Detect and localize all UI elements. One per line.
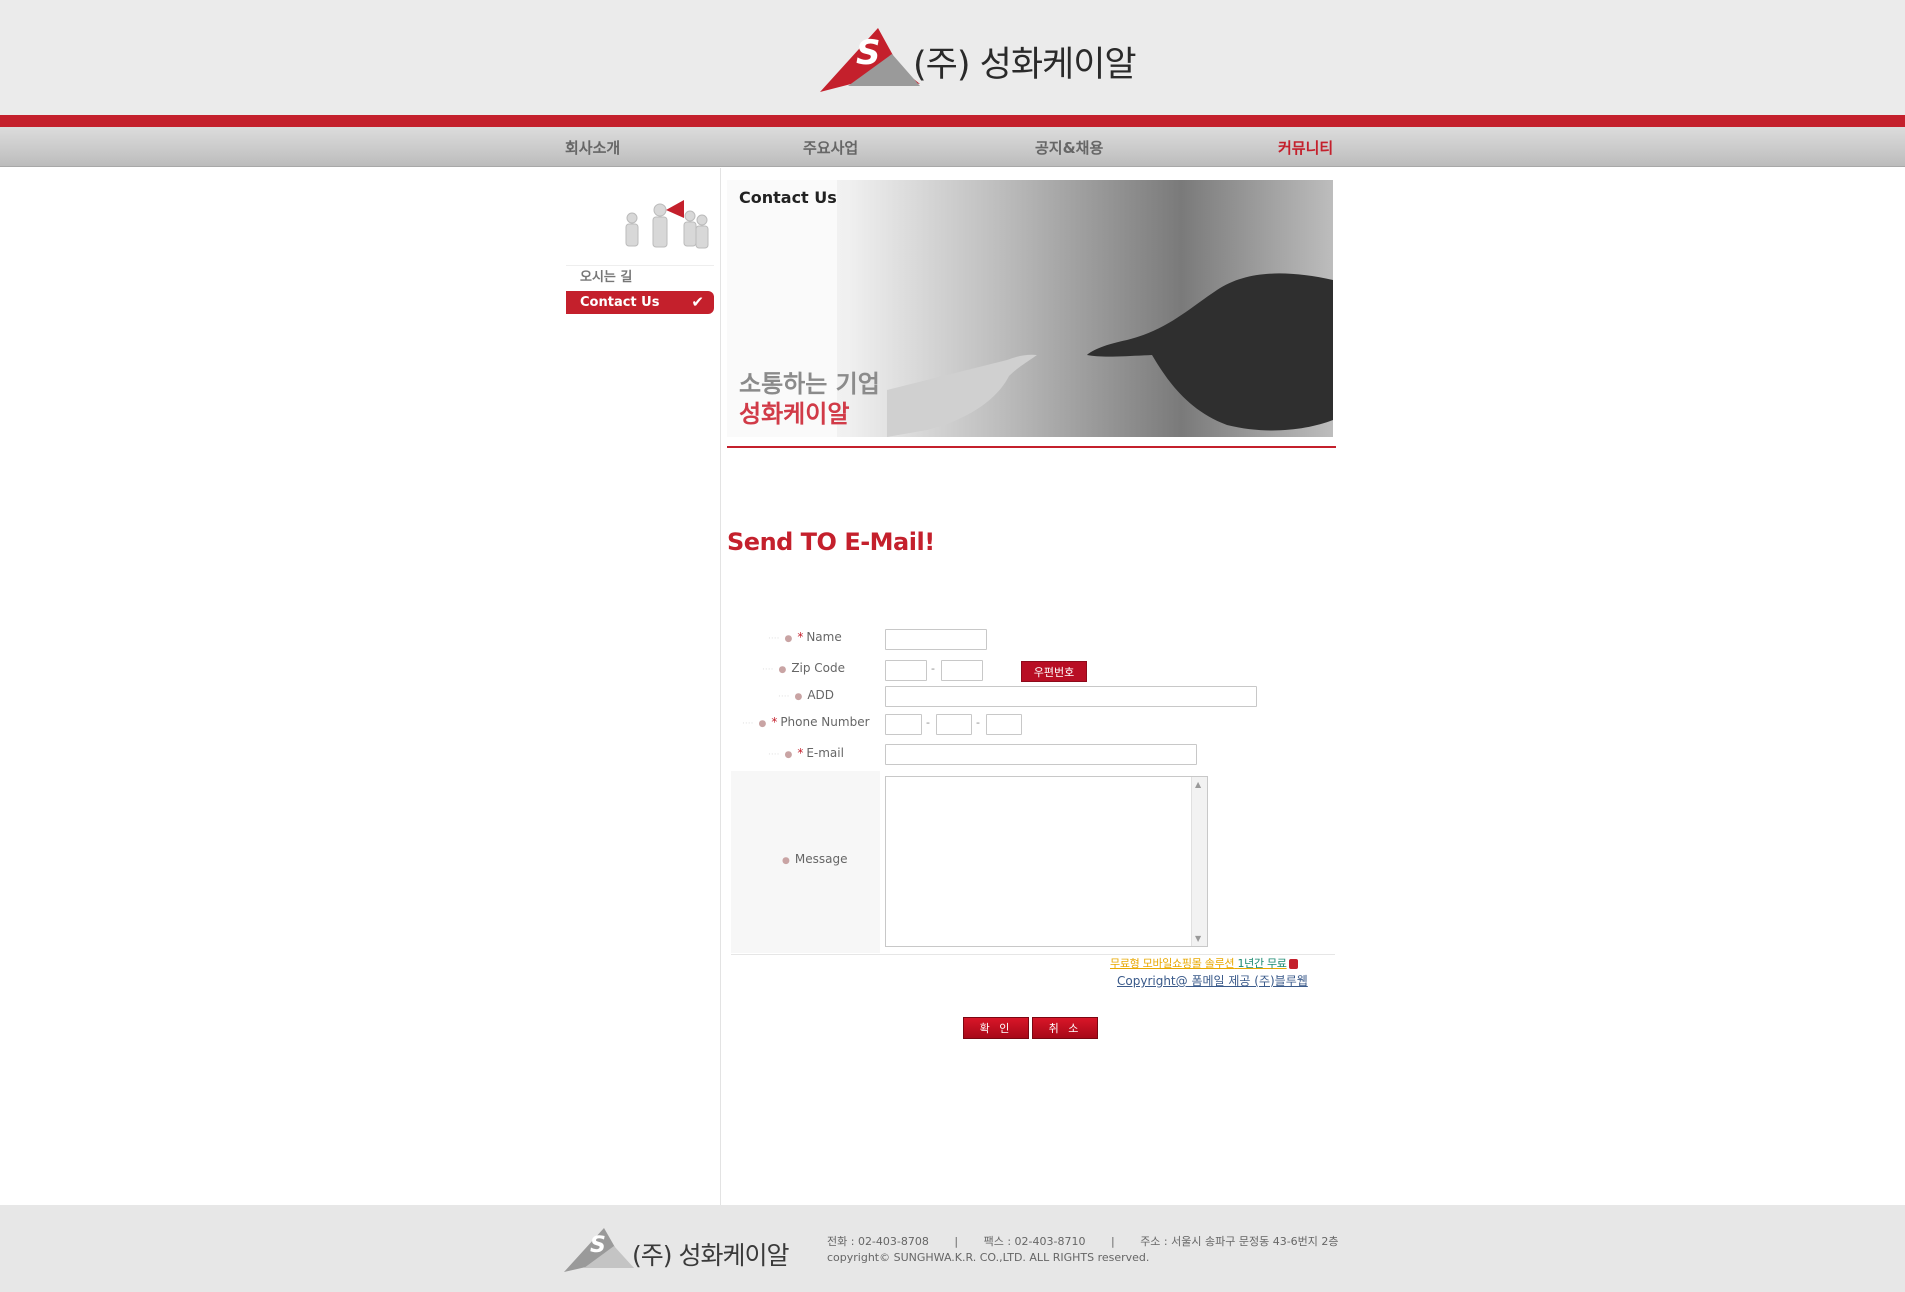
form-title: Send TO E-Mail! xyxy=(727,528,935,556)
dotted-leader: ···· xyxy=(768,634,780,644)
lock-icon xyxy=(1288,959,1298,969)
footer-separator: | xyxy=(954,1235,959,1248)
phone-dash-2: - xyxy=(976,716,980,729)
name-label: ···· ● * Name xyxy=(768,630,842,644)
zip-dash: - xyxy=(931,662,935,675)
zip-code-label: ···· ● Zip Code xyxy=(762,661,845,675)
promo-highlight: 1년간 무료 xyxy=(1237,957,1287,970)
message-label: ● Message xyxy=(777,852,847,866)
banner-slogan-line2: 성화케이알 xyxy=(739,400,850,428)
nav-community[interactable]: 커뮤니티 xyxy=(1278,137,1333,158)
name-input[interactable] xyxy=(885,629,987,650)
footer-copyright: copyright© SUNGHWA.K.R. CO.,LTD. ALL RIG… xyxy=(827,1251,1150,1264)
touching-hands-icon xyxy=(887,273,1333,437)
address-input[interactable] xyxy=(885,686,1257,707)
bullet-icon: ● xyxy=(758,719,767,729)
sidebar-item-directions[interactable]: 오시는 길 xyxy=(566,265,714,288)
footer-separator: | xyxy=(1110,1235,1115,1248)
zip-code-input-2[interactable] xyxy=(941,660,983,681)
banner-divider xyxy=(727,446,1336,448)
phone-label: ···· ● * Phone Number xyxy=(742,715,870,729)
textarea-scrollbar[interactable]: ▲ ▼ xyxy=(1191,777,1207,946)
required-star-icon: * xyxy=(771,715,778,729)
megaphone-people-illustration-icon xyxy=(625,200,709,249)
confirm-button[interactable]: 확 인 xyxy=(963,1017,1029,1039)
nav-company-intro[interactable]: 회사소개 xyxy=(565,137,620,158)
email-input[interactable] xyxy=(885,744,1197,765)
nav-main-business[interactable]: 주요사업 xyxy=(803,137,858,158)
zip-search-button[interactable]: 우편번호 xyxy=(1021,661,1087,682)
scroll-down-icon[interactable]: ▼ xyxy=(1195,934,1201,943)
phone-dash-1: - xyxy=(926,716,930,729)
phone-input-2[interactable] xyxy=(936,714,972,735)
name-label-text: Name xyxy=(806,630,842,644)
email-label: ···· ● * E-mail xyxy=(768,746,844,760)
svg-text:S: S xyxy=(590,1233,606,1258)
address-label: ···· ● ADD xyxy=(778,688,834,702)
address-label-text: ADD xyxy=(807,688,835,702)
bullet-icon: ● xyxy=(784,750,793,760)
promo-text: 무료형 모바일쇼핑몰 솔루션 xyxy=(1110,957,1235,970)
bullet-icon: ● xyxy=(782,856,790,866)
formmail-copyright-link[interactable]: Copyright@ 폼메일 제공 (주)블루웹 xyxy=(1117,972,1308,989)
dotted-leader: ···· xyxy=(742,719,754,729)
footer-logo-text: (주) 성화케이알 xyxy=(632,1241,789,1270)
footer-phone: 전화 : 02-403-8708 xyxy=(827,1235,929,1248)
message-textarea[interactable]: ▲ ▼ xyxy=(885,776,1208,947)
sidebar-divider xyxy=(720,168,721,1205)
footer-logo-icon: S xyxy=(564,1228,634,1272)
zip-code-label-text: Zip Code xyxy=(791,661,846,675)
bullet-icon: ● xyxy=(794,692,803,702)
dotted-leader: ···· xyxy=(778,692,790,702)
bullet-icon: ● xyxy=(784,634,793,644)
nav-notice-recruit[interactable]: 공지&채용 xyxy=(1035,137,1103,158)
footer-fax: 팩스 : 02-403-8710 xyxy=(983,1235,1086,1248)
promo-link[interactable]: 무료형 모바일쇼핑몰 솔루션 1년간 무료 xyxy=(1110,955,1298,971)
dotted-leader: ···· xyxy=(762,665,774,675)
zip-code-input-1[interactable] xyxy=(885,660,927,681)
footer-contact-line: 전화 : 02-403-8708 | 팩스 : 02-403-8710 | 주소… xyxy=(827,1233,1339,1249)
svg-text:S: S xyxy=(856,33,881,73)
required-star-icon: * xyxy=(797,746,804,760)
header-red-bar xyxy=(0,115,1905,127)
logo-text[interactable]: (주) 성화케이알 xyxy=(913,36,1137,87)
message-label-text: Message xyxy=(794,852,848,866)
footer-address: 주소 : 서울시 송파구 문정동 43-6번지 2층 xyxy=(1140,1235,1339,1248)
checkmark-icon: ✔ xyxy=(691,293,704,311)
phone-input-3[interactable] xyxy=(986,714,1022,735)
bullet-icon: ● xyxy=(778,665,787,675)
sidebar-item-label: Contact Us xyxy=(580,295,660,310)
required-star-icon: * xyxy=(797,630,804,644)
phone-label-text: Phone Number xyxy=(780,715,870,729)
cancel-button[interactable]: 취 소 xyxy=(1032,1017,1098,1039)
phone-input-1[interactable] xyxy=(885,714,922,735)
contact-banner: Contact Us 소통하는 기업 성화케이알 xyxy=(727,180,1333,437)
sidebar-item-contact-us[interactable]: Contact Us ✔ xyxy=(566,291,714,314)
main-nav xyxy=(0,127,1905,167)
banner-title: Contact Us xyxy=(739,188,837,207)
scroll-up-icon[interactable]: ▲ xyxy=(1195,780,1201,789)
dotted-leader: ···· xyxy=(768,750,780,760)
email-label-text: E-mail xyxy=(806,746,844,760)
